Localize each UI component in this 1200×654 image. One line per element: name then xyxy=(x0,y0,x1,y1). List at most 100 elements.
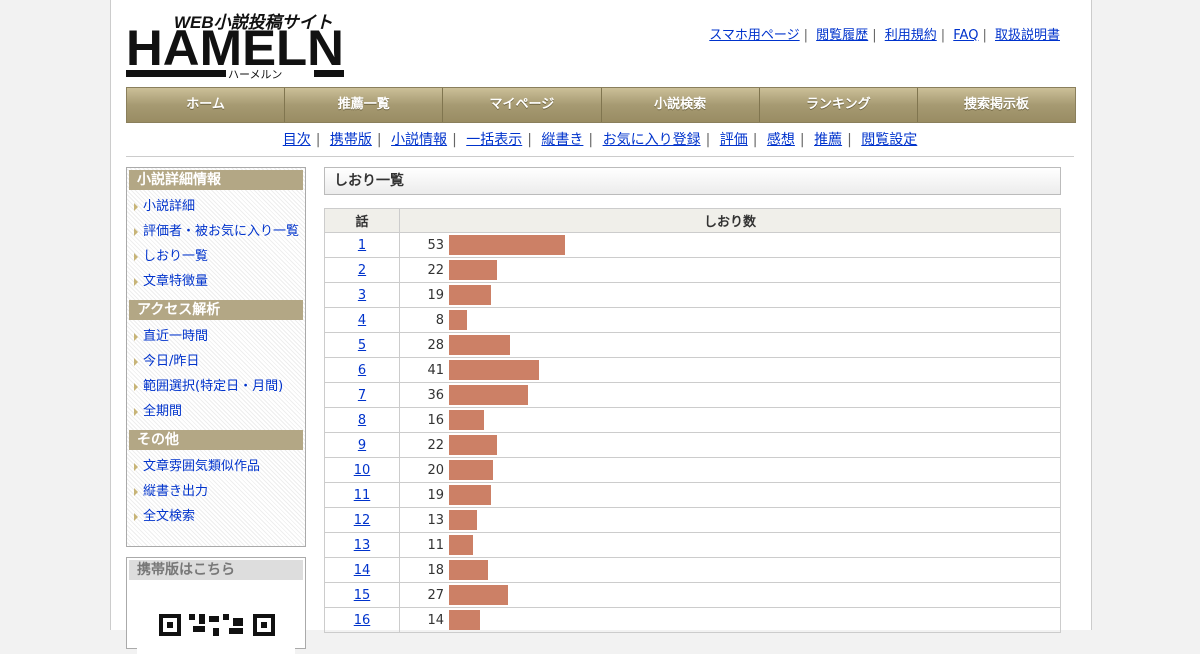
sidebar-menu: 小説詳細情報 小説詳細 評価者・被お気に入り一覧 しおり一覧 文章特徴量 アクセ… xyxy=(126,167,306,547)
episode-link[interactable]: 9 xyxy=(358,438,366,453)
episode-cell: 10 xyxy=(324,457,400,483)
bar-cell xyxy=(447,582,1061,608)
top-links: スマホ用ページ | 閲覧履歴 | 利用規約 | FAQ | 取扱説明書 xyxy=(709,28,1060,43)
table-row: 14 18 xyxy=(324,557,1061,583)
sidebar-item-novel-detail[interactable]: 小説詳細 xyxy=(127,194,305,219)
sidebar-item-fulltext-search[interactable]: 全文検索 xyxy=(127,504,305,529)
episode-link[interactable]: 6 xyxy=(358,363,366,378)
sidebar-link[interactable]: 文章特徴量 xyxy=(143,274,208,289)
page-container: WEB小説投稿サイト HAMELN ハーメルン スマホ用ページ | 閲覧履歴 | 利… xyxy=(110,0,1092,654)
hameln-logo[interactable]: WEB小説投稿サイト HAMELN ハーメルン xyxy=(126,10,346,80)
sidebar-link[interactable]: 全期間 xyxy=(143,404,182,419)
episode-link[interactable]: 16 xyxy=(354,613,371,628)
sidebar-item-raters[interactable]: 評価者・被お気に入り一覧 xyxy=(127,219,305,244)
sidebar-link[interactable]: 小説詳細 xyxy=(143,199,195,214)
episode-link[interactable]: 14 xyxy=(354,563,371,578)
episode-link[interactable]: 13 xyxy=(354,538,371,553)
episode-link[interactable]: 12 xyxy=(354,513,371,528)
episode-link[interactable]: 8 xyxy=(358,413,366,428)
bar-cell xyxy=(447,532,1061,558)
episode-cell: 6 xyxy=(324,357,400,383)
subnav-view-settings[interactable]: 閲覧設定 xyxy=(861,132,917,148)
sidebar-link[interactable]: 今日/昨日 xyxy=(143,354,199,369)
bar-cell xyxy=(447,282,1061,308)
subnav-mobile[interactable]: 携帯版 xyxy=(330,132,372,148)
history-link[interactable]: 閲覧履歴 xyxy=(816,28,868,43)
sidebar-link[interactable]: 全文検索 xyxy=(143,509,195,524)
episode-link[interactable]: 1 xyxy=(358,238,366,253)
subnav-rate[interactable]: 評価 xyxy=(720,132,748,148)
sidebar-item-range[interactable]: 範囲選択(特定日・月間) xyxy=(127,374,305,399)
table-row: 15 27 xyxy=(324,582,1061,608)
logo-kana: ハーメルン xyxy=(228,69,282,80)
episode-link[interactable]: 2 xyxy=(358,263,366,278)
bookmark-count-label: 41 xyxy=(399,357,447,383)
sidebar-item-last-hour[interactable]: 直近一時間 xyxy=(127,324,305,349)
sidebar-item-vertical-output[interactable]: 縦書き出力 xyxy=(127,479,305,504)
sidebar-link[interactable]: 範囲選択(特定日・月間) xyxy=(143,379,283,394)
subnav-novel-info[interactable]: 小説情報 xyxy=(391,132,447,148)
sidebar-link[interactable]: しおり一覧 xyxy=(143,249,208,264)
sidebar-item-bookmarks[interactable]: しおり一覧 xyxy=(127,244,305,269)
bookmark-bar xyxy=(449,485,491,505)
sidebar-heading-access: アクセス解析 xyxy=(129,300,303,320)
episode-cell: 12 xyxy=(324,507,400,533)
table-row: 1 53 xyxy=(324,232,1061,258)
nav-search-board[interactable]: 捜索掲示板 xyxy=(918,88,1075,122)
subnav-recommend[interactable]: 推薦 xyxy=(814,132,842,148)
episode-link[interactable]: 4 xyxy=(358,313,366,328)
episode-cell: 11 xyxy=(324,482,400,508)
episode-cell: 14 xyxy=(324,557,400,583)
table-row: 11 19 xyxy=(324,482,1061,508)
episode-link[interactable]: 10 xyxy=(354,463,371,478)
bookmark-bar xyxy=(449,560,488,580)
header-bookmark-count: しおり数 xyxy=(399,208,1061,233)
subnav-add-favorite[interactable]: お気に入り登録 xyxy=(603,132,701,148)
episode-link[interactable]: 7 xyxy=(358,388,366,403)
bar-cell xyxy=(447,407,1061,433)
episode-link[interactable]: 3 xyxy=(358,288,366,303)
bookmark-count-label: 13 xyxy=(399,507,447,533)
sidebar-item-similar[interactable]: 文章雰囲気類似作品 xyxy=(127,454,305,479)
table-row: 16 14 xyxy=(324,607,1061,633)
episode-link[interactable]: 15 xyxy=(354,588,371,603)
table-row: 6 41 xyxy=(324,357,1061,383)
bookmark-count-label: 53 xyxy=(399,232,447,258)
sidebar-item-text-features[interactable]: 文章特徴量 xyxy=(127,269,305,294)
table-row: 2 22 xyxy=(324,257,1061,283)
nav-home[interactable]: ホーム xyxy=(127,88,286,122)
subnav-review[interactable]: 感想 xyxy=(767,132,795,148)
sidebar-link[interactable]: 文章雰囲気類似作品 xyxy=(143,459,260,474)
episode-cell: 4 xyxy=(324,307,400,333)
bookmark-count-label: 18 xyxy=(399,557,447,583)
episode-cell: 7 xyxy=(324,382,400,408)
bookmark-count-label: 22 xyxy=(399,257,447,283)
episode-link[interactable]: 11 xyxy=(354,488,371,503)
subnav-show-all[interactable]: 一括表示 xyxy=(466,132,522,148)
faq-link[interactable]: FAQ xyxy=(953,28,978,43)
subnav-toc[interactable]: 目次 xyxy=(283,132,311,148)
nav-ranking[interactable]: ランキング xyxy=(760,88,918,122)
bookmark-count-label: 19 xyxy=(399,482,447,508)
bar-cell xyxy=(447,482,1061,508)
nav-mypage[interactable]: マイページ xyxy=(443,88,602,122)
terms-link[interactable]: 利用規約 xyxy=(885,28,937,43)
divider xyxy=(126,156,1074,157)
episode-link[interactable]: 5 xyxy=(358,338,366,353)
bar-cell xyxy=(447,507,1061,533)
sidebar-item-all-time[interactable]: 全期間 xyxy=(127,399,305,424)
manual-link[interactable]: 取扱説明書 xyxy=(995,28,1060,43)
logo-main: HAMELN xyxy=(126,20,344,76)
sidebar-link[interactable]: 縦書き出力 xyxy=(143,484,208,499)
bar-cell xyxy=(447,607,1061,633)
bookmark-bar xyxy=(449,460,493,480)
bullet-icon xyxy=(134,463,138,471)
bookmark-count-label: 14 xyxy=(399,607,447,633)
nav-novel-search[interactable]: 小説検索 xyxy=(602,88,760,122)
smartphone-page-link[interactable]: スマホ用ページ xyxy=(709,28,799,43)
sidebar-item-today-yesterday[interactable]: 今日/昨日 xyxy=(127,349,305,374)
sidebar-link[interactable]: 評価者・被お気に入り一覧 xyxy=(143,224,299,239)
nav-recommend-list[interactable]: 推薦一覧 xyxy=(285,88,444,122)
sidebar-link[interactable]: 直近一時間 xyxy=(143,329,208,344)
subnav-vertical[interactable]: 縦書き xyxy=(541,132,583,148)
